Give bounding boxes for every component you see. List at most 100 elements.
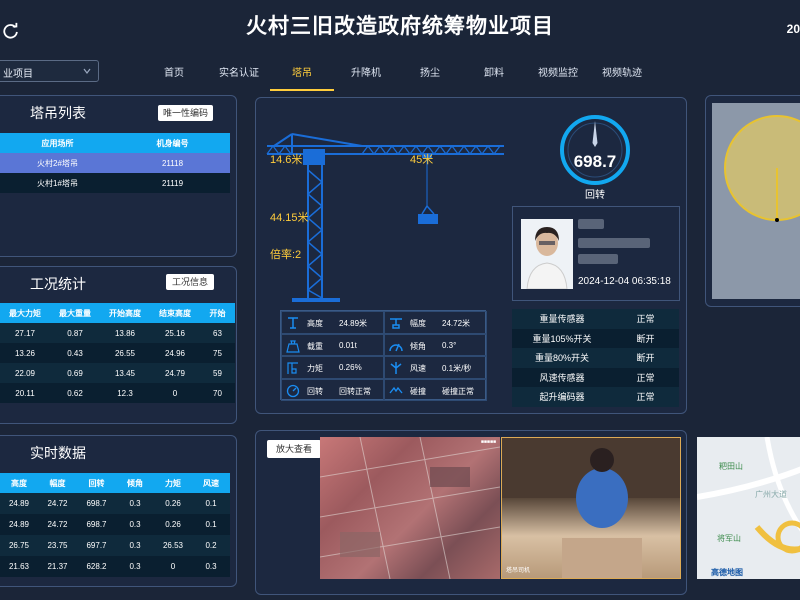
main-nav: 首页 实名认证 塔吊 升降机 扬尘 卸料 视频监控 视频轨迹	[0, 64, 800, 84]
table-row[interactable]: 火村1#塔吊 21119	[0, 173, 230, 193]
table-row: 风速传感器 正常	[512, 367, 679, 387]
col-header: 开始高度	[100, 303, 150, 323]
active-tab-indicator	[270, 89, 334, 91]
table-cell: 0.62	[50, 383, 100, 403]
table-row: 21.63 21.37 628.2 0.3 0 0.3	[0, 556, 230, 577]
sensor-state: 正常	[612, 387, 679, 407]
info-label: 碰撞	[410, 386, 426, 396]
table-cell: 0.2	[192, 535, 230, 556]
map-place-2: 将军山	[717, 534, 741, 543]
info-label: 力矩	[307, 364, 323, 373]
zoom-view-button[interactable]: 放大查看	[267, 440, 321, 458]
table-cell: 21.63	[0, 556, 38, 577]
camera-feed-1[interactable]: ■■■■■	[319, 436, 501, 580]
table-row: 22.09 0.69 13.45 24.79 59	[0, 363, 235, 383]
info-torque: 力矩 0.26%	[281, 356, 384, 379]
info-collision: 碰撞 碰撞正常	[384, 378, 487, 401]
crane-info-grid: 高度 24.89米 幅度 24.72米 载重 0.01t 倾角 0.3° 力矩 …	[280, 310, 487, 401]
tab-home[interactable]: 首页	[164, 64, 184, 79]
rotation-gauge	[560, 115, 630, 185]
info-value: 回转正常	[339, 386, 371, 396]
table-cell: 27.17	[0, 323, 50, 343]
table-cell: 13.86	[100, 323, 150, 343]
table-cell: 63	[200, 323, 235, 343]
info-value: 0.1米/秒	[442, 364, 472, 373]
table-cell: 22.09	[0, 363, 50, 383]
tab-real-name[interactable]: 实名认证	[219, 64, 259, 79]
work-stats-table: 最大力矩 最大重量 开始高度 结束高度 开始 27.17 0.87 13.86 …	[0, 303, 235, 403]
tab-dust[interactable]: 扬尘	[420, 64, 440, 79]
table-cell: 0.1	[192, 514, 230, 535]
sensor-name: 重量传感器	[512, 309, 612, 329]
tilt-icon	[389, 343, 403, 351]
table-row[interactable]: 火村2#塔吊 21118	[0, 153, 230, 173]
table-cell: 0.3	[116, 514, 154, 535]
info-value: 0.3°	[442, 340, 457, 350]
unique-code-button[interactable]: 唯一性编码	[158, 105, 213, 121]
table-cell: 0	[154, 556, 192, 577]
info-tilt: 倾角 0.3°	[384, 333, 487, 356]
table-cell: 火村2#塔吊	[0, 153, 115, 173]
col-header: 高度	[0, 473, 38, 493]
info-label: 回转	[307, 386, 323, 396]
work-info-button[interactable]: 工况信息	[166, 274, 214, 290]
table-cell: 24.72	[38, 514, 77, 535]
table-cell: 0.43	[50, 343, 100, 363]
tab-elevator[interactable]: 升降机	[351, 64, 381, 79]
sensor-state: 断开	[612, 328, 679, 348]
table-cell: 0.69	[50, 363, 100, 383]
crane-height: 44.15米	[270, 212, 309, 224]
col-header: 力矩	[154, 473, 192, 493]
table-cell: 698.7	[77, 493, 116, 514]
crane-list-title: 塔吊列表	[30, 105, 86, 121]
table-cell: 24.72	[38, 493, 77, 514]
table-row: 重量105%开关 断开	[512, 328, 679, 348]
table-cell: 21119	[115, 173, 230, 193]
table-cell: 24.79	[150, 363, 200, 383]
table-cell: 21118	[115, 153, 230, 173]
tab-unloading[interactable]: 卸料	[484, 64, 504, 79]
col-header: 最大力矩	[0, 303, 50, 323]
table-cell: 13.45	[100, 363, 150, 383]
info-label: 风速	[410, 364, 426, 373]
table-cell: 21.37	[38, 556, 77, 577]
sensor-state: 断开	[612, 348, 679, 368]
info-label: 倾角	[410, 341, 426, 351]
location-map[interactable]: 粑田山 广州大道 将军山 高德地图	[697, 437, 800, 579]
operator-phone-blurred	[578, 254, 618, 264]
operator-id-blurred	[578, 238, 650, 248]
crane-right-length: 45米	[410, 154, 434, 166]
table-cell: 24.96	[150, 343, 200, 363]
tab-video-track[interactable]: 视频轨迹	[602, 64, 642, 79]
table-cell: 0.3	[116, 556, 154, 577]
tab-video[interactable]: 视频监控	[538, 64, 578, 79]
col-header: 幅度	[38, 473, 77, 493]
rotation-value: 698.7	[573, 152, 617, 171]
table-cell: 26.53	[154, 535, 192, 556]
crane-left-length: 14.6米	[270, 154, 303, 166]
table-cell: 0.3	[116, 535, 154, 556]
table-row: 26.75 23.75 697.7 0.3 26.53 0.2	[0, 535, 230, 556]
camera-feed-2[interactable]: 塔吊司机	[501, 437, 681, 579]
table-cell: 628.2	[77, 556, 116, 577]
sensor-state: 正常	[612, 309, 679, 329]
info-weight: 载重 0.01t	[281, 333, 384, 356]
col-header: 倾角	[116, 473, 154, 493]
map-roads-icon	[697, 437, 800, 554]
info-label: 载重	[307, 341, 323, 351]
sensor-name: 重量105%开关	[512, 328, 612, 348]
table-cell: 0.3	[116, 493, 154, 514]
sensor-name: 风速传感器	[512, 367, 612, 387]
sensor-state: 正常	[612, 367, 679, 387]
weight-icon	[286, 339, 300, 353]
table-cell: 23.75	[38, 535, 77, 556]
info-value: 24.72米	[442, 319, 471, 328]
table-cell: 0.1	[192, 493, 230, 514]
sensor-name: 重量80%开关	[512, 348, 612, 368]
aerial-view-icon	[319, 436, 501, 580]
table-cell: 25.16	[150, 323, 200, 343]
table-cell: 火村1#塔吊	[0, 173, 115, 193]
info-amplitude: 幅度 24.72米	[384, 311, 487, 334]
table-row: 13.26 0.43 26.55 24.96 75	[0, 343, 235, 363]
tab-tower-crane[interactable]: 塔吊	[292, 64, 312, 79]
